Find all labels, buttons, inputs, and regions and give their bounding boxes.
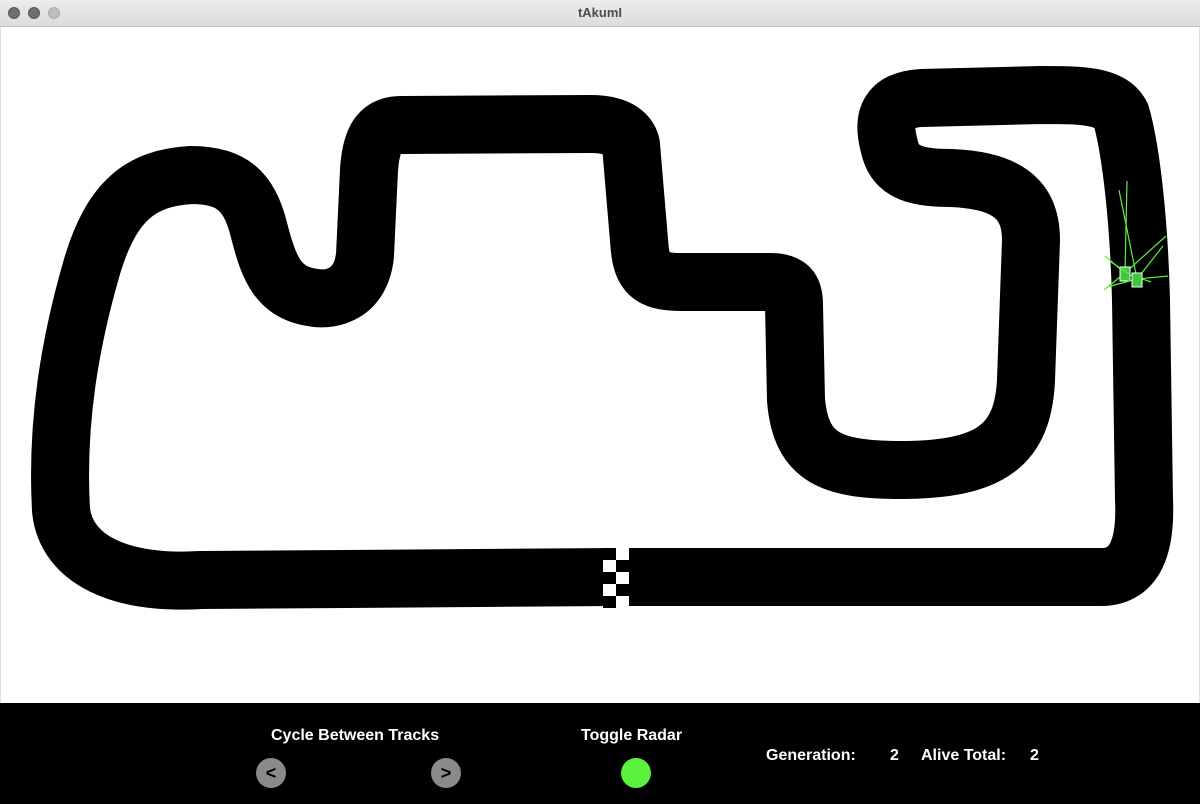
cycle-tracks-label: Cycle Between Tracks (271, 727, 440, 744)
finish-line (603, 548, 629, 608)
car-icon (1131, 272, 1143, 288)
track-view (31, 66, 1174, 610)
race-track (31, 66, 1174, 610)
title-bar: tAkumI (0, 0, 1200, 27)
finish-check (603, 572, 616, 584)
next-track-button[interactable]: > (431, 758, 461, 788)
finish-check (603, 596, 616, 608)
alive-total-value: 2 (1030, 747, 1039, 764)
game-canvas (0, 27, 1200, 703)
generation-value: 2 (890, 747, 899, 764)
control-panel: Cycle Between Tracks < > Toggle Radar Ge… (0, 703, 1200, 804)
window-title: tAkumI (577, 5, 623, 20)
finish-check (603, 548, 616, 560)
radar-toggle-button[interactable] (621, 758, 651, 788)
alive-total-label: Alive Total: (921, 747, 1007, 764)
finish-check (616, 584, 629, 596)
generation-label: Generation: (766, 747, 856, 764)
toggle-radar-label: Toggle Radar (581, 727, 683, 744)
previous-track-button[interactable]: < (256, 758, 286, 788)
finish-check (616, 560, 629, 572)
